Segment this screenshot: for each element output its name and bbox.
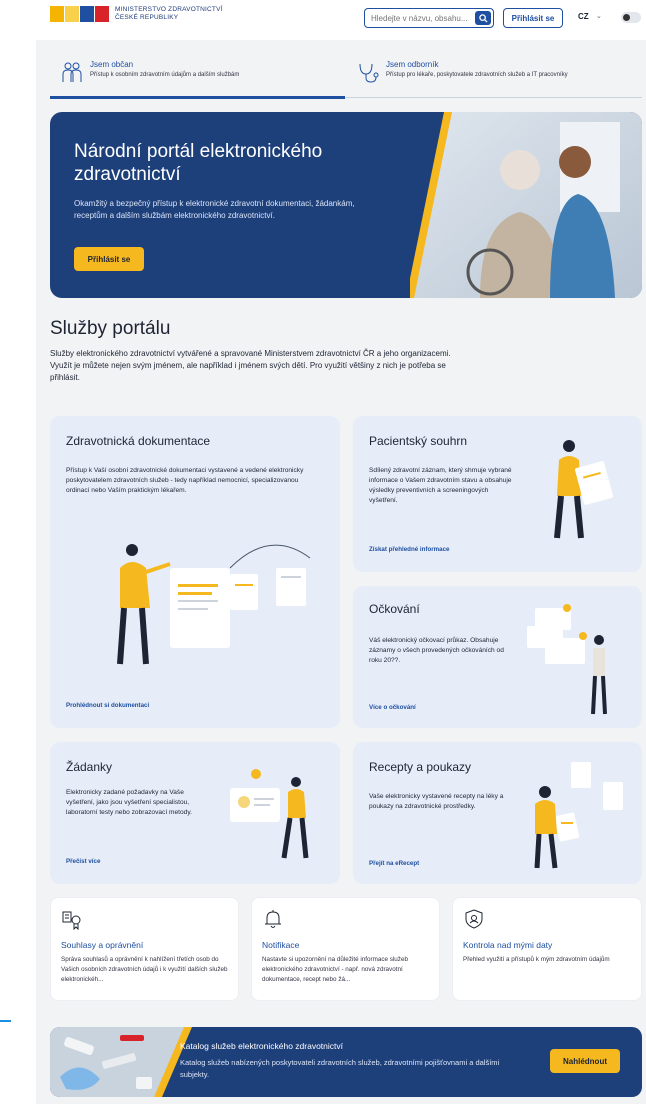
search-box — [364, 8, 494, 28]
card-data-control[interactable]: Kontrola nad mými daty Přehled využití a… — [452, 897, 642, 1001]
card-title: Žádanky — [66, 760, 113, 774]
family-icon — [62, 62, 82, 82]
bell-icon — [265, 910, 281, 928]
card-description: Přístup k Vaší osobní zdravotnické dokum… — [66, 467, 304, 494]
medical-supplies-photo — [50, 1027, 192, 1097]
mini-card-title: Souhlasy a oprávnění — [61, 940, 144, 950]
tab-active-indicator — [50, 96, 345, 99]
search-button[interactable] — [475, 11, 491, 25]
hero-photo — [410, 112, 642, 298]
card-title: Recepty a poukazy — [369, 760, 472, 774]
card-description: Sdílený zdravotní záznam, který shrnuje … — [369, 467, 512, 504]
card-patient-summary[interactable]: Pacientský souhrn Sdílený zdravotní zázn… — [353, 416, 642, 572]
catalog-view-button[interactable]: Nahlédnout — [550, 1049, 620, 1073]
card-description: Váš elektronický očkovací průkaz. Obsahu… — [369, 637, 504, 664]
requests-illustration — [230, 769, 309, 859]
card-description: Elektronicky zadané požadavky na Vaše vy… — [66, 789, 192, 816]
hero-login-button[interactable]: Přihlásit se — [74, 247, 144, 271]
search-icon — [478, 13, 488, 23]
search-input[interactable] — [365, 13, 473, 23]
patient-summary-illustration — [554, 440, 613, 539]
card-notifications[interactable]: Notifikace Nastavte si upozornění na důl… — [251, 897, 440, 1001]
card-title: Pacientský souhrn — [369, 434, 468, 448]
mini-card-title: Notifikace — [262, 940, 300, 950]
card-health-documentation[interactable]: Zdravotnická dokumentace Přístup k Vaší … — [50, 416, 340, 728]
catalog-banner: Katalog služeb elektronického zdravotnic… — [50, 1027, 642, 1097]
card-link[interactable]: Přečíst více — [66, 858, 100, 865]
mini-card-description: Přehled využití a přístupů k mým zdravot… — [463, 956, 610, 963]
services-description: Služby elektronického zdravotnictví vytv… — [50, 349, 451, 382]
documents-illustration — [117, 544, 311, 665]
tab-professional-title: Jsem odborník — [386, 60, 439, 69]
mini-card-description: Nastavte si upozornění na důležité infor… — [262, 956, 408, 983]
mini-card-title: Kontrola nad mými daty — [463, 940, 553, 950]
hero-title: Národní portál elektronického zdravotnic… — [74, 141, 323, 185]
logo-line1: MINISTERSTVO ZDRAVOTNICTVÍ — [115, 6, 223, 13]
side-marker — [0, 1020, 11, 1022]
catalog-title: Katalog služeb elektronického zdravotnic… — [180, 1041, 344, 1051]
site-header: MINISTERSTVO ZDRAVOTNICTVÍ ČESKÉ REPUBLI… — [0, 0, 646, 36]
tab-citizen[interactable]: Jsem občan Přístup k osobním zdravotním … — [60, 60, 239, 98]
card-vaccination[interactable]: Očkování Váš elektronický očkovací průka… — [353, 586, 642, 728]
card-consents[interactable]: Souhlasy a oprávnění Správa souhlasů a o… — [50, 897, 239, 1001]
card-title: Zdravotnická dokumentace — [66, 434, 211, 448]
stethoscope-icon — [359, 63, 379, 83]
hero-banner: Národní portál elektronického zdravotnic… — [50, 112, 642, 298]
hero-description: Okamžitý a bezpečný přístup k elektronic… — [74, 199, 355, 220]
shield-icon — [465, 909, 483, 929]
vaccination-illustration — [527, 604, 607, 715]
tab-citizen-subtitle: Přístup k osobním zdravotním údajům a da… — [90, 72, 240, 78]
consent-icon — [62, 911, 81, 930]
services-title: Služby portálu — [50, 318, 171, 339]
ministry-logo[interactable]: MINISTERSTVO ZDRAVOTNICTVÍ ČESKÉ REPUBLI… — [50, 6, 223, 22]
card-link[interactable]: Prohlédnout si dokumentaci — [66, 702, 149, 709]
card-title: Očkování — [369, 602, 420, 616]
tab-professional[interactable]: Jsem odborník Přístup pro lékaře, poskyt… — [356, 60, 568, 98]
tab-citizen-title: Jsem občan — [90, 60, 134, 69]
card-description: Vaše elektronicky vystavené recepty na l… — [369, 793, 504, 810]
catalog-description: Katalog služeb nabízených poskytovateli … — [180, 1058, 500, 1079]
language-selector[interactable]: CZ — [578, 12, 589, 21]
card-link[interactable]: Přejít na eRecept — [369, 860, 419, 867]
theme-toggle[interactable] — [621, 12, 641, 23]
chevron-down-icon[interactable]: ⌄ — [596, 12, 602, 20]
header-login-button[interactable]: Přihlásit se — [503, 8, 563, 28]
prescriptions-illustration — [534, 762, 623, 869]
card-link[interactable]: Získat přehledné informace — [369, 546, 449, 553]
logo-mark-icon — [50, 6, 109, 22]
tab-professional-subtitle: Přístup pro lékaře, poskytovatele zdravo… — [386, 72, 568, 78]
card-prescriptions[interactable]: Recepty a poukazy Vaše elektronicky vyst… — [353, 742, 642, 884]
mini-card-description: Správa souhlasů a oprávnění k nahlížení … — [61, 956, 228, 983]
card-link[interactable]: Více o očkování — [369, 704, 416, 711]
logo-line2: ČESKÉ REPUBLIKY — [115, 14, 179, 21]
card-requests[interactable]: Žádanky Elektronicky zadané požadavky na… — [50, 742, 340, 884]
